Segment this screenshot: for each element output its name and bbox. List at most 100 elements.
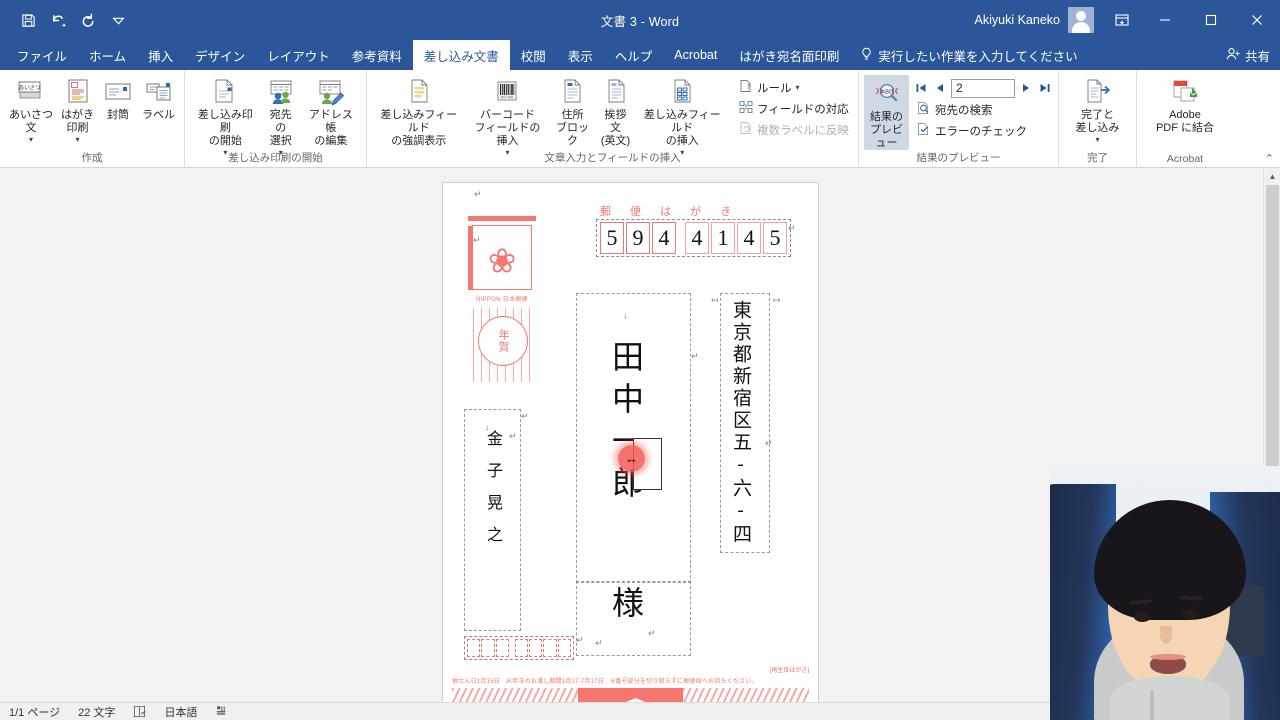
- rules-button[interactable]: ? ルール ▾: [735, 77, 853, 98]
- customize-qat-icon[interactable]: [104, 6, 132, 34]
- tell-me-text: 実行したい作業を入力してください: [878, 46, 1077, 65]
- paragraph-mark: ↵: [521, 411, 529, 422]
- postcard-print-button[interactable]: はがき 印刷 ▾: [57, 73, 98, 144]
- preview-results-icon: ABC: [872, 78, 902, 110]
- tab-design[interactable]: デザイン: [184, 40, 256, 70]
- redo-icon[interactable]: [74, 6, 102, 34]
- recipient-suffix-field[interactable]: 様: [576, 581, 691, 656]
- minimize-button[interactable]: [1142, 0, 1188, 40]
- preview-results-button[interactable]: ABC 結果の プレビュー: [864, 75, 909, 150]
- postcard-page[interactable]: ↵ ❀ NIPPON 日本郵便 ↵ 年賀 郵 便 は が き 5 9 4: [443, 183, 818, 702]
- tab-review[interactable]: 校閲: [510, 40, 557, 70]
- postal-code-field[interactable]: 5 9 4 4 1 4 5: [596, 219, 791, 257]
- tab-mailings[interactable]: 差し込み文書: [413, 40, 510, 70]
- find-recipient-icon: [917, 101, 931, 118]
- chevron-down-icon[interactable]: ▾: [796, 83, 800, 92]
- ribbon-group-write-insert-fields-label: 文章入力とフィールドの挿入: [367, 150, 858, 165]
- horizontal-resize-cursor-icon: ↔: [625, 452, 638, 465]
- tab-insert[interactable]: 挿入: [137, 40, 184, 70]
- undo-icon[interactable]: [44, 6, 72, 34]
- tab-view[interactable]: 表示: [557, 40, 604, 70]
- edit-recipient-list-button[interactable]: アドレス帳 の編集: [301, 73, 361, 148]
- ribbon-display-options-icon[interactable]: [1102, 0, 1142, 40]
- insert-merge-field-icon: [667, 76, 697, 108]
- address-block-button[interactable]: 住所 ブロック: [549, 73, 595, 148]
- webcam-overlay: [1050, 466, 1280, 720]
- tell-me-box[interactable]: 実行したい作業を入力してください: [850, 40, 1087, 70]
- label-icon: [144, 76, 174, 108]
- finish-and-merge-label: 完了と 差し込み: [1076, 109, 1120, 135]
- rules-icon: ?: [739, 79, 753, 96]
- highlight-merge-fields-button[interactable]: 差し込みフィールド の強調表示: [372, 73, 465, 148]
- greeting-text-button[interactable]: あいさつ あいさつ 文 ▾: [5, 73, 57, 144]
- tab-references[interactable]: 参考資料: [341, 40, 413, 70]
- adobe-pdf-merge-button[interactable]: Adobe PDF に結合: [1152, 73, 1218, 135]
- select-recipients-button[interactable]: 宛先の 選択 ▾: [261, 73, 301, 157]
- chevron-down-icon[interactable]: ▾: [29, 135, 33, 144]
- tab-help[interactable]: ヘルプ: [604, 40, 664, 70]
- sender-zip-cell: [496, 639, 509, 657]
- maximize-button[interactable]: [1188, 0, 1234, 40]
- avatar[interactable]: [1068, 7, 1094, 33]
- finish-and-merge-button[interactable]: 完了と 差し込み ▾: [1072, 73, 1124, 144]
- sender-postal-code-field[interactable]: [464, 636, 574, 660]
- match-fields-icon: [739, 100, 753, 117]
- tab-acrobat[interactable]: Acrobat: [663, 40, 728, 70]
- check-errors-button[interactable]: エラーのチェック: [913, 120, 1053, 141]
- tab-postcard-address-print[interactable]: はがき宛名面印刷: [728, 40, 850, 70]
- barcode-field-button[interactable]: 000 000 バーコード フィールドの挿入 ▾: [465, 73, 549, 157]
- first-record-button[interactable]: [913, 79, 929, 97]
- person-upper-lip: [1150, 654, 1186, 660]
- proofing-icon[interactable]: [124, 703, 155, 720]
- chevron-down-icon[interactable]: ▾: [1095, 135, 1099, 144]
- language-indicator[interactable]: 日本語: [155, 703, 206, 720]
- save-icon[interactable]: [14, 6, 42, 34]
- ribbon-group-preview-results: ABC 結果の プレビュー: [859, 70, 1059, 168]
- tab-layout[interactable]: レイアウト: [256, 40, 341, 70]
- sender-name-field[interactable]: ↓ 金子晃之: [464, 409, 521, 631]
- postcard-title: 郵 便 は が き: [600, 203, 739, 219]
- tab-home[interactable]: ホーム: [78, 40, 137, 70]
- share-button[interactable]: 共有: [1226, 40, 1270, 70]
- next-record-button[interactable]: [1018, 79, 1034, 97]
- highlight-merge-fields-label: 差し込みフィールド の強調表示: [376, 109, 461, 148]
- word-window: 文書 3 - Word Akiyuki Kaneko ファイル ホーム 挿入 デ…: [0, 0, 1280, 720]
- match-fields-button[interactable]: フィールドの対応: [735, 98, 853, 119]
- scrollbar-thumb[interactable]: [1266, 185, 1279, 485]
- start-mail-merge-button[interactable]: 差し込み印刷 の開始 ▾: [190, 73, 261, 157]
- chevron-down-icon[interactable]: ▾: [75, 135, 79, 144]
- recipient-suffix-text: 様: [603, 586, 649, 618]
- lightbulb-icon: [860, 47, 873, 64]
- find-recipient-button[interactable]: 宛先の検索: [913, 99, 1053, 120]
- accessibility-icon[interactable]: [206, 703, 237, 720]
- adobe-pdf-merge-label: Adobe PDF に結合: [1156, 109, 1214, 135]
- paragraph-mark: ↵: [788, 223, 796, 234]
- collapse-ribbon-button[interactable]: ⌃: [1265, 152, 1274, 165]
- ribbon-group-start-mail-merge-label: 差し込み印刷の開始: [185, 150, 366, 165]
- paragraph-mark: ↵: [691, 351, 699, 362]
- previous-record-button[interactable]: [932, 79, 948, 97]
- paragraph-mark: ↵: [595, 638, 603, 649]
- hoodie-cord: [1150, 690, 1154, 720]
- envelope-button[interactable]: 封筒: [98, 73, 138, 122]
- insert-merge-field-button[interactable]: 差し込みフィールド の挿入 ▾: [636, 73, 729, 157]
- sender-name-text: 金子晃之: [480, 430, 504, 558]
- highlight-merge-fields-icon: [404, 76, 434, 108]
- label-button[interactable]: ラベル: [138, 73, 179, 122]
- page-indicator[interactable]: 1/1 ページ: [0, 703, 69, 720]
- person-eye-right: [1182, 609, 1199, 619]
- record-number-input[interactable]: [951, 79, 1015, 98]
- account-name[interactable]: Akiyuki Kaneko: [975, 13, 1068, 27]
- scroll-up-icon[interactable]: ▲: [1264, 168, 1280, 185]
- stamp-plant-icon: ❀: [488, 244, 517, 278]
- close-button[interactable]: [1234, 0, 1280, 40]
- sender-zip-cell: [529, 639, 542, 657]
- greeting-line-button[interactable]: 挨拶文 (英文): [596, 73, 636, 148]
- band-solid-center: [578, 688, 683, 702]
- quick-access-toolbar: [0, 0, 132, 40]
- person-nose: [1160, 626, 1172, 644]
- word-count[interactable]: 22 文字: [69, 703, 124, 720]
- recipient-address-field[interactable]: 東京都新宿区五-六-四: [720, 293, 770, 553]
- tab-file[interactable]: ファイル: [6, 40, 78, 70]
- last-record-button[interactable]: [1037, 79, 1053, 97]
